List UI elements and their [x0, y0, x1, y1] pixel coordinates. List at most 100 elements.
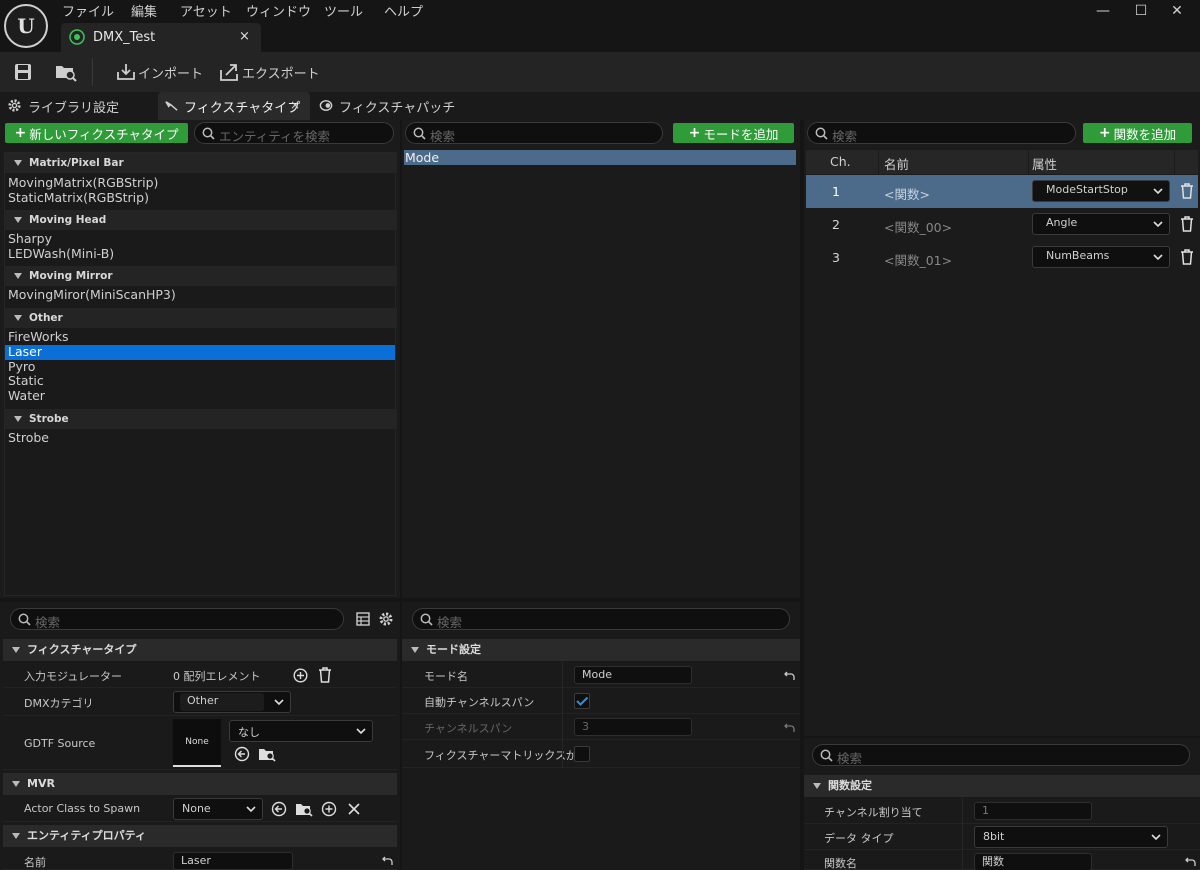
- use-selected-icon[interactable]: [234, 746, 250, 762]
- document-tab[interactable]: DMX_Test ×: [61, 23, 261, 52]
- use-selected-icon[interactable]: [271, 801, 287, 817]
- category-header[interactable]: Moving Head: [5, 210, 397, 230]
- list-item[interactable]: Pyro: [5, 359, 395, 375]
- column-header-attribute[interactable]: 属性: [1032, 154, 1057, 173]
- new-fixture-type-button[interactable]: + 新しいフィクスチャタイプ: [5, 123, 188, 143]
- section-header-fixture-type[interactable]: フィクスチャータイプ: [3, 639, 397, 661]
- close-window-button[interactable]: ✕: [1154, 0, 1200, 22]
- menu-edit[interactable]: 編集: [131, 1, 157, 20]
- section-header-function-settings[interactable]: 関数設定: [804, 775, 1200, 797]
- add-element-icon[interactable]: [293, 668, 308, 683]
- add-icon[interactable]: [321, 801, 337, 817]
- category-header[interactable]: Strobe: [5, 409, 397, 429]
- list-item[interactable]: Water: [5, 388, 395, 404]
- tab-fixture-type-close-button[interactable]: ×: [290, 98, 300, 112]
- delete-icon[interactable]: [318, 667, 332, 683]
- property-row-channel-assign: チャンネル割り当て 1: [804, 798, 1200, 824]
- category-header[interactable]: Matrix/Pixel Bar: [5, 153, 397, 173]
- import-icon[interactable]: [116, 62, 136, 82]
- section-header-entity-properties[interactable]: エンティティプロパティ: [3, 825, 397, 847]
- function-name[interactable]: <関数>: [884, 184, 930, 203]
- export-button[interactable]: エクスポート: [242, 63, 320, 82]
- browse-folder-icon[interactable]: [55, 62, 77, 82]
- table-row[interactable]: 3 <関数_01> NumBeams: [806, 241, 1198, 274]
- reset-arrow-icon[interactable]: [1184, 857, 1196, 867]
- function-details-search-input[interactable]: 検索: [812, 744, 1190, 766]
- channel-assign-input[interactable]: 1: [974, 802, 1092, 820]
- mode-search-input[interactable]: 検索: [405, 122, 663, 144]
- browse-folder-icon[interactable]: [295, 801, 313, 817]
- unreal-logo-icon[interactable]: U: [4, 4, 48, 48]
- function-name-input[interactable]: 関数: [974, 853, 1092, 870]
- tab-fixture-patch[interactable]: フィクスチャパッチ: [339, 97, 455, 116]
- delete-icon[interactable]: [1180, 183, 1194, 199]
- name-input[interactable]: Laser: [173, 852, 293, 870]
- property-row-input-modulators: 入力モジュレーター 0 配列エレメント: [3, 662, 397, 688]
- row-divider: [562, 688, 563, 714]
- details-search-input[interactable]: 検索: [10, 608, 344, 630]
- attribute-dropdown[interactable]: Angle: [1032, 213, 1170, 235]
- delete-icon[interactable]: [1180, 249, 1194, 265]
- save-icon[interactable]: [14, 63, 32, 81]
- attribute-dropdown[interactable]: ModeStartStop: [1032, 180, 1170, 202]
- column-header-ch[interactable]: Ch.: [830, 154, 851, 169]
- list-item[interactable]: FireWorks: [5, 329, 395, 345]
- menu-asset[interactable]: アセット: [180, 1, 232, 20]
- list-item[interactable]: StaticMatrix(RGBStrip): [5, 190, 395, 206]
- attribute-dropdown[interactable]: NumBeams: [1032, 246, 1170, 268]
- list-item[interactable]: Sharpy: [5, 231, 395, 247]
- data-type-dropdown[interactable]: 8bit: [974, 826, 1168, 848]
- delete-icon[interactable]: [1180, 216, 1194, 232]
- category-header[interactable]: Moving Mirror: [5, 266, 397, 286]
- list-item[interactable]: LEDWash(Mini-B): [5, 246, 395, 262]
- table-row[interactable]: 2 <関数_00> Angle: [806, 208, 1198, 241]
- list-item[interactable]: MovingMiror(MiniScanHP3): [5, 287, 395, 303]
- attribute-value: NumBeams: [1046, 249, 1110, 262]
- menu-tools[interactable]: ツール: [324, 1, 363, 20]
- column-header-name[interactable]: 名前: [884, 154, 909, 173]
- table-row-selected[interactable]: 1 <関数> ModeStartStop: [806, 175, 1198, 208]
- category-header[interactable]: Other: [5, 308, 397, 328]
- function-name[interactable]: <関数_00>: [884, 217, 952, 236]
- clear-icon[interactable]: [347, 802, 361, 816]
- table-view-icon[interactable]: [356, 612, 370, 626]
- channel-span-input: 3: [574, 718, 692, 736]
- menu-file[interactable]: ファイル: [62, 1, 114, 20]
- gdtf-source-dropdown[interactable]: なし: [229, 720, 373, 742]
- list-item-selected[interactable]: Laser: [5, 344, 395, 360]
- actor-class-dropdown[interactable]: None: [173, 798, 263, 820]
- section-header-mode-settings[interactable]: モード設定: [402, 639, 800, 661]
- function-search-input[interactable]: 検索: [807, 122, 1076, 144]
- property-label: チャンネルスパン: [424, 722, 513, 735]
- add-mode-button[interactable]: + モードを追加: [673, 123, 794, 143]
- settings-gear-icon[interactable]: [378, 611, 394, 627]
- import-button[interactable]: インポート: [138, 63, 203, 82]
- mode-name-input[interactable]: Mode: [574, 666, 692, 684]
- dmx-category-dropdown[interactable]: Other: [173, 691, 291, 713]
- mode-details-search-input[interactable]: 検索: [412, 608, 790, 630]
- function-details-search-placeholder: 検索: [837, 751, 863, 766]
- checkmark-icon: [575, 694, 589, 708]
- fixture-matrix-checkbox[interactable]: [574, 746, 590, 762]
- reset-arrow-icon[interactable]: [783, 671, 795, 681]
- list-item[interactable]: Static: [5, 373, 395, 389]
- entity-search-input[interactable]: エンティティを検索: [194, 122, 394, 144]
- tab-fixture-type[interactable]: フィクスチャタイプ: [184, 97, 300, 116]
- tab-library-settings[interactable]: ライブラリ設定: [28, 97, 119, 116]
- browse-folder-icon[interactable]: [258, 746, 276, 762]
- section-header-mvr[interactable]: MVR: [3, 773, 397, 795]
- reset-arrow-icon[interactable]: [381, 856, 393, 866]
- menu-window[interactable]: ウィンドウ: [246, 1, 311, 20]
- menu-help[interactable]: ヘルプ: [384, 1, 423, 20]
- add-function-button[interactable]: + 関数を追加: [1083, 123, 1192, 143]
- function-name[interactable]: <関数_01>: [884, 250, 952, 269]
- export-icon[interactable]: [219, 62, 239, 82]
- gdtf-thumbnail[interactable]: None: [173, 719, 221, 767]
- document-tab-close-button[interactable]: ×: [239, 29, 250, 44]
- mode-row-selected[interactable]: Mode: [404, 150, 796, 165]
- list-item[interactable]: Strobe: [5, 430, 395, 446]
- category-name: Moving Mirror: [29, 270, 113, 282]
- auto-span-checkbox[interactable]: [574, 693, 590, 709]
- category-name: Other: [29, 312, 63, 324]
- list-item[interactable]: MovingMatrix(RGBStrip): [5, 175, 395, 191]
